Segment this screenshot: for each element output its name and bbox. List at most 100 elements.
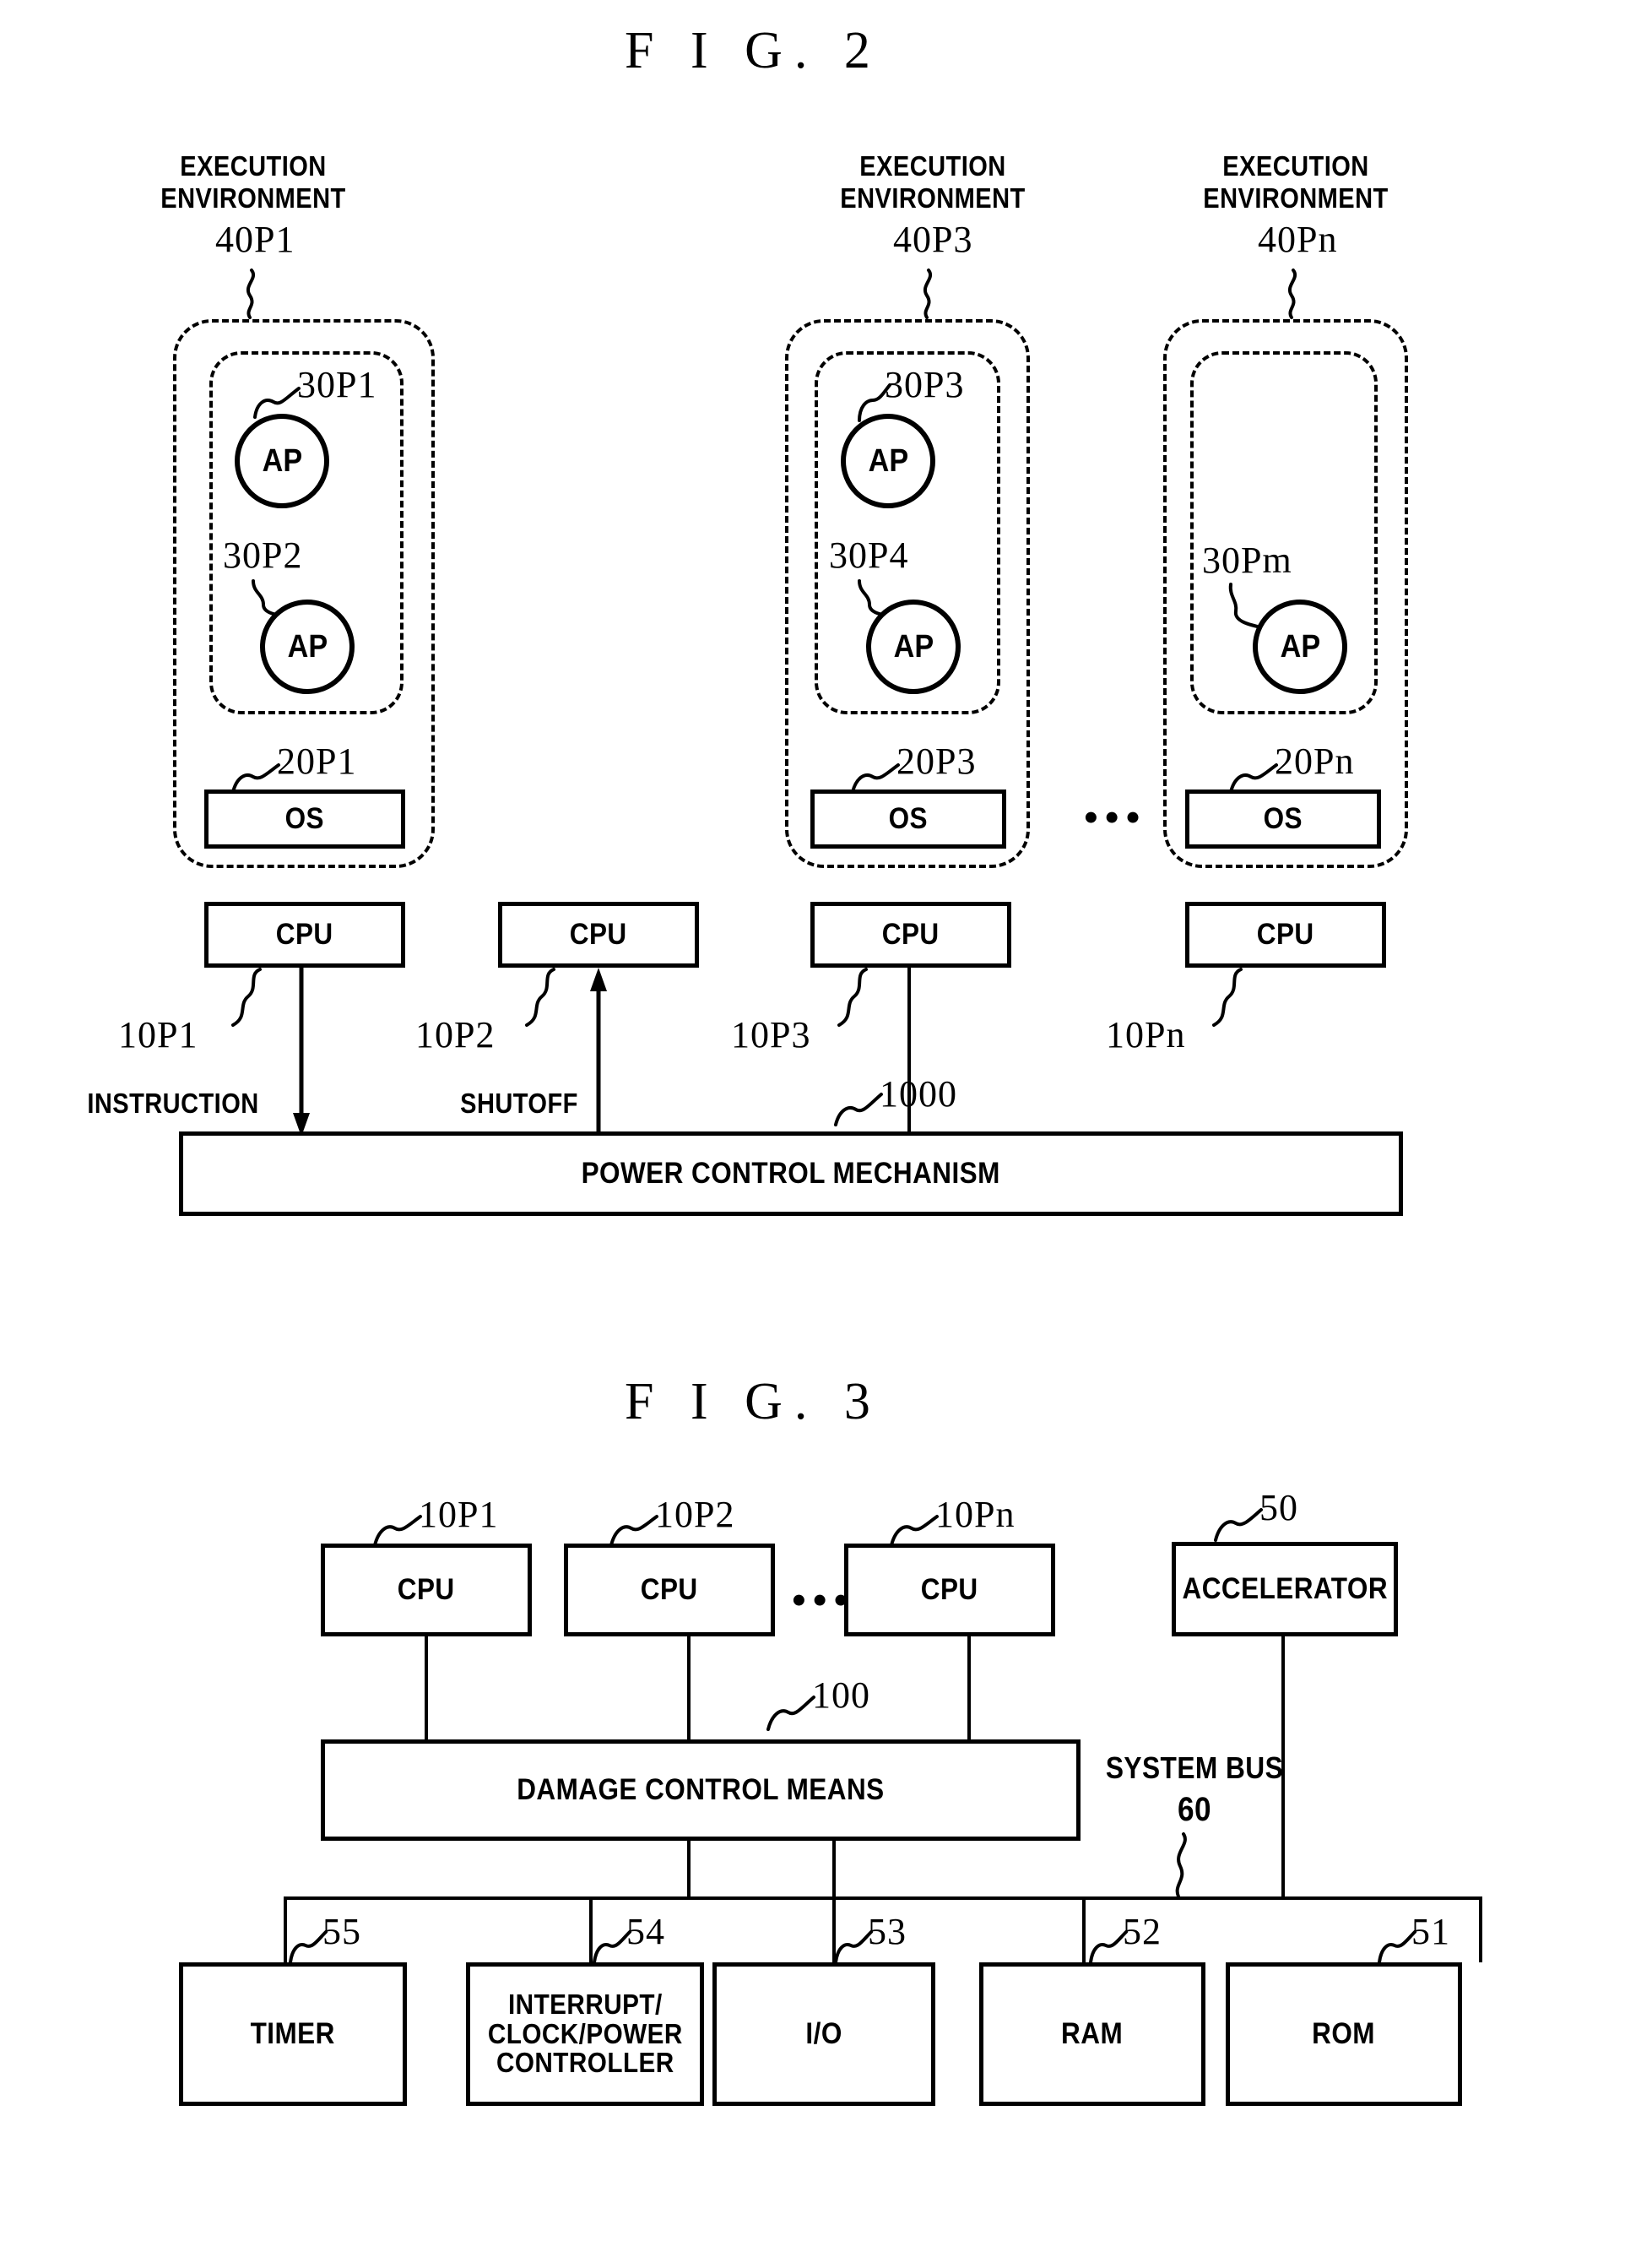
os-20P3-ref: 20P3 <box>896 741 977 782</box>
dcm-stub-right <box>832 1841 836 1896</box>
fig3-cpu2-connector <box>687 1636 691 1742</box>
cpu-10P2-leader-squiggle <box>522 968 564 1028</box>
system-bus-label: SYSTEM BUS <box>1105 1750 1284 1785</box>
dcm-stub-left <box>687 1841 691 1896</box>
cpu-box-10P3: CPU <box>810 902 1011 968</box>
env1-leader-squiggle <box>235 269 268 319</box>
accelerator-box: ACCELERATOR <box>1172 1542 1398 1636</box>
shutoff-arrow <box>588 968 609 1137</box>
timer-box: TIMER <box>179 1962 407 2106</box>
io-leader-squiggle <box>832 1927 875 1964</box>
system-bus-line <box>284 1896 1479 1900</box>
cpu-10P3-leader-squiggle <box>834 968 876 1028</box>
fig3-cpu-box-10Pn: CPU <box>844 1544 1055 1636</box>
ram-label: RAM <box>1061 2016 1124 2050</box>
power-control-ref: 1000 <box>880 1073 957 1115</box>
fig3-cpu1-connector <box>425 1636 428 1742</box>
cpu-label: CPU <box>921 1572 978 1606</box>
damage-control-leader-squiggle <box>765 1692 817 1731</box>
fig3-cpun-connector <box>967 1636 971 1742</box>
fig2-environments-ellipsis: ••• <box>1084 795 1147 840</box>
timer-label: TIMER <box>250 2016 336 2050</box>
rom-box: ROM <box>1226 1962 1462 2106</box>
cpu-box-10P2: CPU <box>498 902 699 968</box>
env1-caption-line1: EXECUTION <box>180 150 327 182</box>
timer-leader-squiggle <box>287 1927 329 1964</box>
power-control-label: POWER CONTROL MECHANISM <box>581 1156 1001 1190</box>
rom-label: ROM <box>1312 2016 1376 2050</box>
accelerator-label: ACCELERATOR <box>1182 1571 1388 1605</box>
power-control-mechanism-box: POWER CONTROL MECHANISM <box>179 1131 1403 1216</box>
fig3-cpu-10P1-ref: 10P1 <box>419 1494 499 1535</box>
bus-drop-ram <box>1082 1896 1086 1962</box>
power-control-leader-squiggle <box>832 1088 885 1126</box>
app-circle-30Pm: AP <box>1253 600 1347 694</box>
env2-caption-line2: ENVIRONMENT <box>840 182 1026 214</box>
app-label: AP <box>262 442 302 479</box>
fig3-cpu-10P2-leader-squiggle <box>608 1511 660 1547</box>
os-box-20P1: OS <box>204 790 405 849</box>
env3-ref-label: 40Pn <box>1258 219 1338 260</box>
io-label: I/O <box>805 2016 842 2050</box>
ram-leader-squiggle <box>1087 1927 1129 1964</box>
os-20Pn-leader-squiggle <box>1227 758 1280 794</box>
app-circle-30P4: AP <box>866 600 961 694</box>
cpu-box-10P1: CPU <box>204 902 405 968</box>
interrupt-clock-power-controller-box: INTERRUPT/ CLOCK/POWER CONTROLLER <box>466 1962 704 2106</box>
cpu-label: CPU <box>1257 917 1314 951</box>
fig2-title: F I G. 2 <box>625 22 882 79</box>
os-label: OS <box>888 801 929 835</box>
app-label: AP <box>1280 628 1320 665</box>
fig3-cpu-10P2-ref: 10P2 <box>655 1494 735 1535</box>
app-30P2-ref: 30P2 <box>223 534 303 576</box>
os-box-20P3: OS <box>810 790 1006 849</box>
interrupt-controller-label: INTERRUPT/ CLOCK/POWER CONTROLLER <box>487 1989 683 2079</box>
fig3-cpu-box-10P1: CPU <box>321 1544 532 1636</box>
cpu-label: CPU <box>398 1572 455 1606</box>
cpu-label: CPU <box>276 917 333 951</box>
accelerator-leader-squiggle <box>1212 1505 1265 1542</box>
app-circle-30P3: AP <box>841 414 935 508</box>
app-30P1-leader-squiggle <box>252 380 302 419</box>
app-30P4-ref: 30P4 <box>829 534 909 576</box>
app-circle-30P2: AP <box>260 600 355 694</box>
app-label: AP <box>287 628 328 665</box>
fig3-cpu-10P1-leader-squiggle <box>371 1511 424 1547</box>
shutoff-label: SHUTOFF <box>460 1088 578 1119</box>
patent-figure-page: F I G. 2 EXECUTION ENVIRONMENT 40P1 30P1… <box>0 0 1652 2241</box>
os-20P1-ref: 20P1 <box>277 741 357 782</box>
app-label: AP <box>893 628 934 665</box>
damage-control-ref: 100 <box>812 1674 870 1716</box>
cpu-label: CPU <box>570 917 627 951</box>
app-circle-30P1: AP <box>235 414 329 508</box>
os-20P3-leader-squiggle <box>849 758 902 794</box>
os-20P1-leader-squiggle <box>230 758 282 794</box>
cpu-10Pn-ref: 10Pn <box>1106 1014 1186 1055</box>
app-30Pm-ref: 30Pm <box>1202 540 1292 581</box>
damage-control-means-box: DAMAGE CONTROL MEANS <box>321 1739 1081 1841</box>
bus-drop-rom <box>1479 1896 1482 1962</box>
rom-leader-squiggle <box>1376 1927 1418 1964</box>
cpu-10P3-ref: 10P3 <box>731 1014 811 1055</box>
env1-ref-label: 40P1 <box>215 219 295 260</box>
fig3-cpu-box-10P2: CPU <box>564 1544 775 1636</box>
env3-caption-line1: EXECUTION <box>1222 150 1369 182</box>
env3-caption-line2: ENVIRONMENT <box>1203 182 1389 214</box>
cpu-10P2-ref: 10P2 <box>415 1014 496 1055</box>
env2-ref-label: 40P3 <box>893 219 973 260</box>
cpu-label: CPU <box>882 917 940 951</box>
os-label: OS <box>284 801 325 835</box>
os-20Pn-ref: 20Pn <box>1275 741 1355 782</box>
fig3-cpu-10Pn-ref: 10Pn <box>935 1494 1016 1535</box>
cpu-10Pn-leader-squiggle <box>1209 968 1251 1028</box>
cpu-10P1-leader-squiggle <box>228 968 270 1028</box>
io-box: I/O <box>712 1962 935 2106</box>
instruction-arrow <box>290 968 312 1137</box>
app-30P3-ref: 30P3 <box>885 364 965 405</box>
cpu-box-10Pn: CPU <box>1185 902 1386 968</box>
fig3-title: F I G. 3 <box>625 1373 882 1430</box>
cpu-label: CPU <box>641 1572 698 1606</box>
app-label: AP <box>868 442 908 479</box>
instruction-label: INSTRUCTION <box>87 1088 259 1119</box>
os-box-20Pn: OS <box>1185 790 1381 849</box>
